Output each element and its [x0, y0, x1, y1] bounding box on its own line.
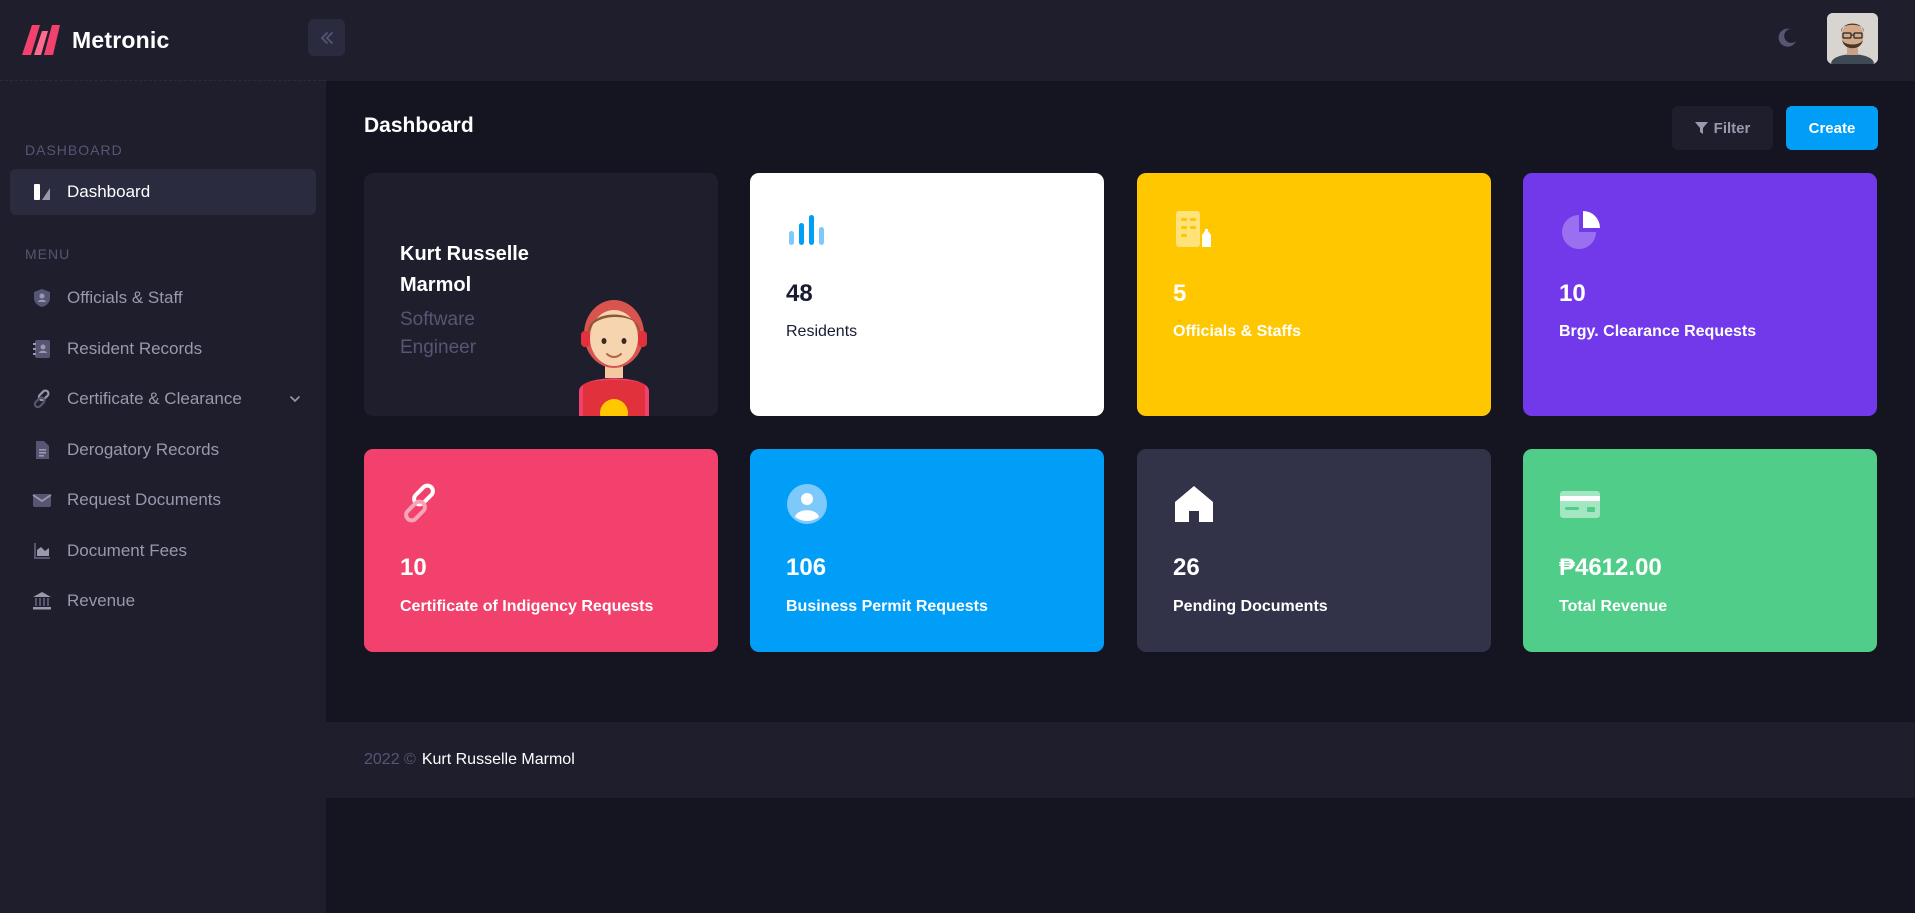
sidebar-item-label: Dashboard: [67, 182, 151, 201]
link-icon: [404, 483, 435, 523]
brand-name: Metronic: [72, 26, 170, 53]
stat-value: 10: [1559, 280, 1586, 307]
stat-card-business-permit[interactable]: 106 Business Permit Requests: [750, 449, 1104, 652]
dashboard-icon: [32, 182, 52, 202]
stat-label: Brgy. Clearance Requests: [1559, 323, 1757, 340]
stat-value: ₱4612.00: [1559, 554, 1662, 581]
sidebar-item-resident-records[interactable]: Resident Records: [10, 324, 316, 375]
section-label-dashboard: DASHBOARD: [25, 142, 123, 158]
sidebar: Metronic DASHBOARD Dashboard MENU Offici…: [0, 0, 326, 913]
sidebar-item-label: Certificate & Clearance: [67, 389, 242, 409]
stat-value: 106: [786, 554, 827, 581]
chevron-down-icon[interactable]: [288, 392, 302, 406]
sidebar-item-certificate-clearance[interactable]: Certificate & Clearance: [10, 374, 316, 425]
sidebar-item-derogatory-records[interactable]: Derogatory Records: [10, 425, 316, 476]
page-title: Dashboard: [364, 114, 474, 137]
document-icon: [32, 440, 52, 460]
sidebar-item-label: Derogatory Records: [67, 439, 220, 459]
sidebar-item-dashboard[interactable]: Dashboard: [10, 169, 316, 215]
sidebar-item-label: Resident Records: [67, 338, 203, 358]
sidebar-collapse-button[interactable]: [308, 19, 345, 56]
stat-label: Certificate of Indigency Requests: [400, 598, 654, 615]
developer-avatar-illustration: [579, 300, 649, 416]
stat-value: 10: [400, 554, 427, 581]
home-icon: [1175, 486, 1213, 522]
user-circle-icon: [787, 484, 827, 524]
envelope-icon: [32, 490, 52, 510]
footer-copyright: 2022 ©: [364, 751, 416, 768]
stat-card-certificate-indigency[interactable]: 10 Certificate of Indigency Requests: [364, 449, 718, 652]
profile-card: Kurt Russelle Marmol Software Engineer: [364, 173, 718, 416]
stat-card-officials-staffs[interactable]: 5 Officials & Staffs: [1137, 173, 1491, 416]
sidebar-item-officials-staff[interactable]: Officials & Staff: [10, 273, 316, 324]
double-chevron-left-icon: [320, 31, 333, 44]
filter-icon: [1694, 121, 1708, 134]
section-label-menu: MENU: [25, 246, 71, 262]
sidebar-item-label: Officials & Staff: [67, 288, 183, 308]
credit-card-icon: [1560, 491, 1600, 518]
profile-role: Software Engineer: [400, 309, 477, 358]
stat-card-total-revenue[interactable]: ₱4612.00 Total Revenue: [1523, 449, 1877, 652]
user-photo: [1827, 13, 1878, 64]
brand[interactable]: Metronic: [0, 0, 326, 81]
stat-label: Pending Documents: [1173, 598, 1328, 615]
moon-icon[interactable]: [1775, 26, 1799, 50]
footer-author-link[interactable]: Kurt Russelle Marmol: [422, 751, 575, 769]
sidebar-item-label: Revenue: [67, 591, 136, 611]
sidebar-item-label: Request Documents: [67, 490, 222, 510]
pie-chart-icon: [1562, 211, 1600, 249]
sidebar-item-request-documents[interactable]: Request Documents: [10, 475, 316, 526]
profile-name: Kurt Russelle Marmol: [400, 243, 529, 296]
filter-button-label: Filter: [1713, 119, 1751, 137]
sidebar-item-document-fees[interactable]: Document Fees: [10, 526, 316, 577]
stat-label: Officials & Staffs: [1173, 323, 1302, 340]
create-button[interactable]: Create: [1786, 106, 1878, 150]
sidebar-item-revenue[interactable]: Revenue: [10, 576, 316, 627]
top-header: [308, 0, 1915, 81]
stat-label: Residents: [786, 323, 858, 340]
chart-icon: [32, 541, 52, 561]
stat-value: 26: [1173, 554, 1200, 581]
shield-user-icon: [32, 288, 52, 308]
stat-label: Total Revenue: [1559, 598, 1668, 615]
building-icon: [1176, 211, 1211, 247]
filter-button[interactable]: Filter: [1672, 106, 1773, 150]
avatar[interactable]: [1827, 13, 1878, 64]
metronic-logo-icon: [22, 25, 60, 55]
stat-value: 48: [786, 280, 813, 307]
sidebar-item-label: Document Fees: [67, 540, 187, 560]
bank-icon: [32, 591, 52, 611]
stat-card-brgy-clearance[interactable]: 10 Brgy. Clearance Requests: [1523, 173, 1877, 416]
stat-label: Business Permit Requests: [786, 598, 988, 615]
stat-card-residents[interactable]: 48 Residents: [750, 173, 1104, 416]
bar-chart-icon: [789, 215, 824, 245]
address-book-icon: [32, 339, 52, 359]
stat-value: 5: [1173, 280, 1187, 307]
footer: 2022 © Kurt Russelle Marmol: [326, 722, 1915, 798]
stat-card-pending-documents[interactable]: 26 Pending Documents: [1137, 449, 1491, 652]
link-icon: [32, 389, 52, 409]
